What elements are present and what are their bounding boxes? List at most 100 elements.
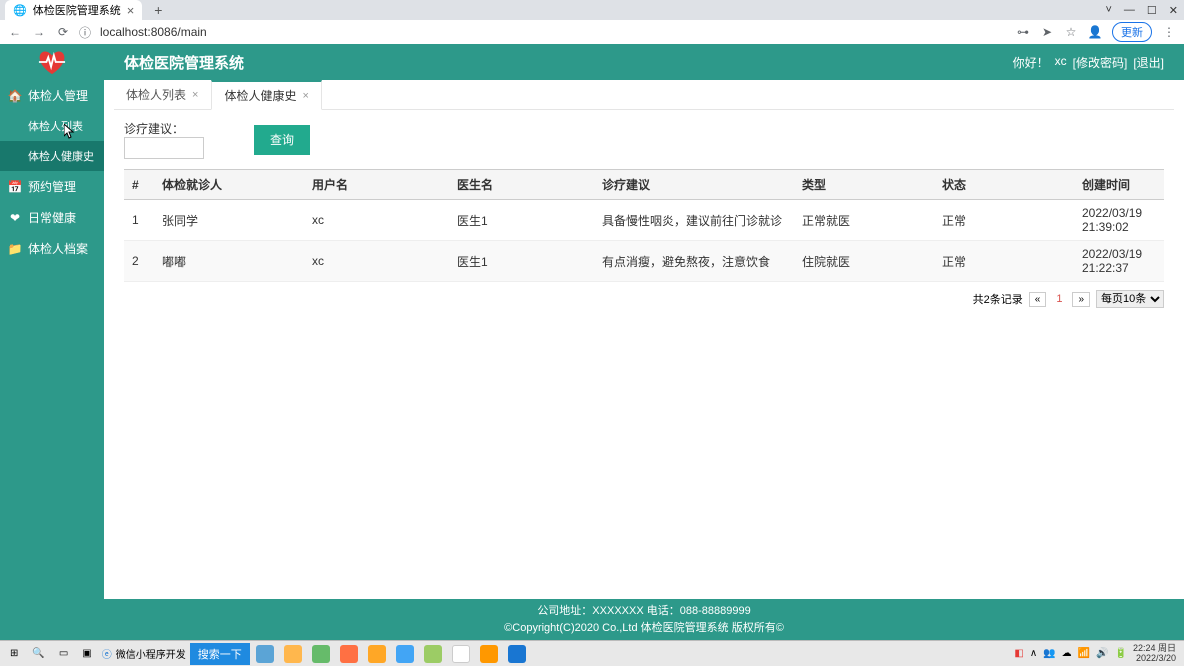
- col-index: #: [124, 170, 154, 200]
- table-row[interactable]: 2 嘟嘟 xc 医生1 有点消瘦，避免熬夜，注意饮食 住院就医 正常 2022/…: [124, 241, 1164, 282]
- calendar-icon: 📅: [8, 180, 22, 194]
- start-icon[interactable]: ⊞: [10, 648, 18, 659]
- query-button[interactable]: 查询: [254, 125, 310, 155]
- address-bar: ← → ⟳ ⓘ localhost:8086/main ⊶ ➤ ☆ 👤 更新 ⋮: [0, 20, 1184, 44]
- sidebar-item-label: 日常健康: [28, 209, 76, 226]
- cursor-icon: [64, 124, 76, 140]
- top-bar: 体检医院管理系统 你好！ xc [修改密码] [退出]: [104, 44, 1184, 80]
- sidebar-item-label: 预约管理: [28, 178, 76, 195]
- browser-tab[interactable]: 🌐 体检医院管理系统 ×: [5, 0, 142, 20]
- app-icon[interactable]: [424, 645, 442, 663]
- table-row[interactable]: 1 张同学 xc 医生1 具备慢性咽炎，建议前往门诊就诊 正常就医 正常 202…: [124, 200, 1164, 241]
- forward-icon[interactable]: →: [32, 25, 46, 39]
- sidebar-item-label: 体检人档案: [28, 240, 88, 257]
- close-window-icon[interactable]: ✕: [1169, 4, 1178, 17]
- col-username: 用户名: [304, 170, 449, 200]
- sidebar-item-label: 体检人健康史: [28, 148, 94, 164]
- app-icon[interactable]: [312, 645, 330, 663]
- app-icon[interactable]: [340, 645, 358, 663]
- chrome-icon[interactable]: [452, 645, 470, 663]
- cell: 医生1: [449, 200, 594, 241]
- per-page-select[interactable]: 每页10条: [1096, 290, 1164, 308]
- taskbar-app-label[interactable]: 微信小程序开发: [116, 646, 186, 661]
- app-icon[interactable]: [396, 645, 414, 663]
- more-icon[interactable]: ˅: [1105, 4, 1111, 17]
- profile-icon[interactable]: 👤: [1088, 25, 1102, 39]
- col-patient: 体检就诊人: [154, 170, 304, 200]
- sidebar-item-appointment[interactable]: 📅 预约管理: [0, 171, 104, 202]
- close-icon[interactable]: ×: [192, 89, 198, 101]
- greeting: 你好！: [1013, 54, 1049, 71]
- prev-page-button[interactable]: «: [1029, 292, 1047, 307]
- app-icon[interactable]: [508, 645, 526, 663]
- logout-link[interactable]: [退出]: [1133, 54, 1164, 71]
- sidebar-item-label: 体检人管理: [28, 87, 88, 104]
- new-tab-button[interactable]: +: [150, 2, 166, 18]
- system-tray: ◧ ∧ 👥 ☁ 📶 🔊 🔋 22:24 周日 2022/3/20: [1014, 644, 1180, 664]
- battery-icon[interactable]: 🔋: [1115, 648, 1127, 659]
- app-icon[interactable]: [284, 645, 302, 663]
- volume-icon[interactable]: 🔊: [1096, 648, 1108, 659]
- close-icon[interactable]: ×: [302, 90, 308, 102]
- footer-line1: 公司地址：XXXXXXX 电话：088-88889999: [104, 603, 1184, 620]
- sidebar-item-checkup-list[interactable]: 体检人列表: [0, 111, 104, 141]
- tab-checkup-list[interactable]: 体检人列表 ×: [114, 80, 211, 109]
- folder-icon: 📁: [8, 242, 22, 256]
- suggestion-input[interactable]: [124, 137, 204, 159]
- app-icon[interactable]: [256, 645, 274, 663]
- col-suggestion: 诊疗建议: [594, 170, 794, 200]
- sidebar: 🏠 体检人管理 体检人列表 体检人健康史 📅 预约管理 ❤ 日常健康 📁 体检人…: [0, 44, 104, 640]
- next-page-button[interactable]: »: [1072, 292, 1090, 307]
- cell: 正常: [934, 241, 1074, 282]
- minimize-icon[interactable]: —: [1124, 4, 1135, 17]
- people-icon[interactable]: 👥: [1043, 648, 1055, 659]
- app-container: 🏠 体检人管理 体检人列表 体检人健康史 📅 预约管理 ❤ 日常健康 📁 体检人…: [0, 44, 1184, 640]
- cell: 2022/03/19 21:39:02: [1074, 200, 1164, 241]
- cell: 1: [124, 200, 154, 241]
- heart-icon: ❤: [8, 211, 22, 225]
- explorer-icon[interactable]: ▣: [82, 648, 91, 659]
- update-button[interactable]: 更新: [1112, 22, 1152, 42]
- tab-health-history[interactable]: 体检人健康史 ×: [211, 80, 321, 110]
- tray-icon[interactable]: ◧: [1014, 648, 1023, 659]
- star-icon[interactable]: ☆: [1064, 25, 1078, 39]
- logo-icon: [37, 48, 67, 76]
- pagination: 共2条记录 « 1 » 每页10条: [104, 282, 1184, 316]
- cell: 正常就医: [794, 200, 934, 241]
- tab-label: 体检人健康史: [224, 87, 296, 104]
- sidebar-item-checkup-mgmt[interactable]: 🏠 体检人管理: [0, 80, 104, 111]
- url-field[interactable]: localhost:8086/main: [100, 25, 1008, 39]
- menu-icon[interactable]: ⋮: [1162, 25, 1176, 39]
- cell: xc: [304, 200, 449, 241]
- back-icon[interactable]: ←: [8, 25, 22, 39]
- search-icon[interactable]: 🔍: [32, 648, 44, 659]
- taskbar: ⊞ 🔍 ▭ ▣ ⓔ 微信小程序开发 搜索一下 ◧ ∧ 👥 ☁ 📶 🔊 🔋 22:…: [0, 640, 1184, 666]
- reload-icon[interactable]: ⟳: [56, 25, 70, 39]
- app-icon[interactable]: [368, 645, 386, 663]
- cell: xc: [304, 241, 449, 282]
- info-icon[interactable]: ⓘ: [78, 25, 92, 39]
- app-icon[interactable]: [480, 645, 498, 663]
- browser-chrome: 🌐 体检医院管理系统 × + ˅ — ☐ ✕ ← → ⟳ ⓘ localhost…: [0, 0, 1184, 45]
- send-icon[interactable]: ➤: [1040, 25, 1054, 39]
- sidebar-item-health-history[interactable]: 体检人健康史: [0, 141, 104, 171]
- close-icon[interactable]: ×: [127, 3, 135, 18]
- home-icon: 🏠: [8, 89, 22, 103]
- tab-favicon: 🌐: [13, 4, 27, 17]
- wifi-icon[interactable]: 📶: [1078, 648, 1090, 659]
- clock[interactable]: 22:24 周日 2022/3/20: [1133, 644, 1180, 664]
- tab-bar: 🌐 体检医院管理系统 × + ˅ — ☐ ✕: [0, 0, 1184, 20]
- task-view-icon[interactable]: ▭: [59, 648, 68, 659]
- logo-area: [0, 44, 104, 80]
- cell: 具备慢性咽炎，建议前往门诊就诊: [594, 200, 794, 241]
- username: xc: [1055, 54, 1067, 71]
- maximize-icon[interactable]: ☐: [1147, 4, 1157, 17]
- sidebar-item-daily-health[interactable]: ❤ 日常健康: [0, 202, 104, 233]
- key-icon[interactable]: ⊶: [1016, 25, 1030, 39]
- tray-icon[interactable]: ☁: [1062, 648, 1072, 659]
- sidebar-item-archive[interactable]: 📁 体检人档案: [0, 233, 104, 264]
- tray-icon[interactable]: ∧: [1030, 648, 1037, 659]
- ie-icon[interactable]: ⓔ: [102, 646, 112, 661]
- search-box[interactable]: 搜索一下: [190, 643, 250, 665]
- change-password-link[interactable]: [修改密码]: [1073, 54, 1128, 71]
